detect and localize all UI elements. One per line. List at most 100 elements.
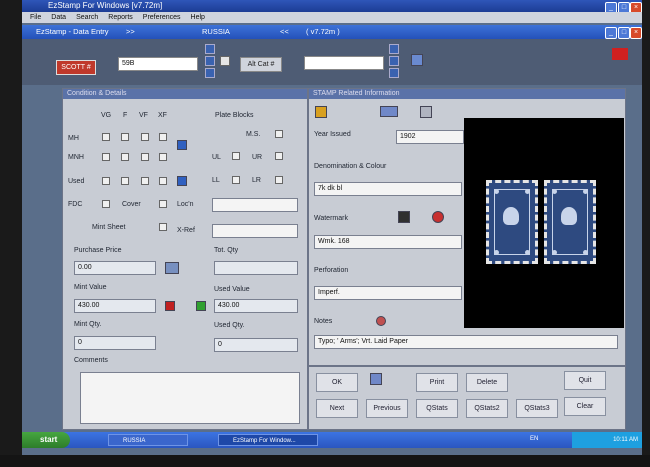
info-icon[interactable]: [177, 176, 187, 186]
used-value-input[interactable]: 430.00: [214, 299, 298, 313]
cover-checkbox[interactable]: [159, 200, 167, 208]
notes-input[interactable]: Typo; ' Arms'; Vrt. Laid Paper: [314, 335, 618, 349]
qstats-button[interactable]: QStats: [416, 399, 458, 418]
calculator-icon[interactable]: [165, 262, 179, 274]
used-xf-checkbox[interactable]: [159, 177, 167, 185]
menu-file[interactable]: File: [30, 14, 41, 21]
up-arrow-icon[interactable]: [389, 44, 399, 54]
comments-label: Comments: [74, 357, 108, 364]
magnifier-icon[interactable]: [432, 211, 444, 223]
used-f-checkbox[interactable]: [121, 177, 129, 185]
maximize-icon[interactable]: □: [618, 27, 630, 39]
mint-value-input[interactable]: 430.00: [74, 299, 156, 313]
alt-cat-checkbox[interactable]: [220, 56, 230, 66]
save-icon[interactable]: [315, 106, 327, 118]
lr-label: LR: [252, 177, 261, 184]
perforation-input[interactable]: Imperf.: [314, 286, 462, 300]
green-marker-icon[interactable]: [196, 301, 206, 311]
red-marker-icon[interactable]: [165, 301, 175, 311]
qstats2-button[interactable]: QStats2: [466, 399, 508, 418]
year-issued-input[interactable]: 1902: [396, 130, 464, 144]
mnh-f-checkbox[interactable]: [121, 153, 129, 161]
mh-f-checkbox[interactable]: [121, 133, 129, 141]
down-arrow-icon[interactable]: [205, 68, 215, 78]
print-button[interactable]: Print: [416, 373, 458, 392]
ur-checkbox[interactable]: [275, 152, 283, 160]
watermark-input[interactable]: Wmk. 168: [314, 235, 462, 249]
search-icon[interactable]: [205, 56, 215, 66]
ll-checkbox[interactable]: [232, 176, 240, 184]
menu-help[interactable]: Help: [191, 14, 205, 21]
image-icon[interactable]: [411, 54, 423, 66]
mint-qty-input[interactable]: 0: [74, 336, 156, 350]
monitor-bezel: [0, 455, 650, 467]
locn-label: Loc'n: [177, 201, 194, 208]
menu-data[interactable]: Data: [51, 14, 66, 21]
country-name: RUSSIA: [202, 27, 230, 36]
menu-search[interactable]: Search: [76, 14, 98, 21]
tools-icon[interactable]: [420, 106, 432, 118]
task-ezstamp-label: EzStamp For Window...: [233, 438, 296, 444]
fdc-checkbox[interactable]: [102, 200, 110, 208]
row-mnh: MNH: [68, 154, 84, 161]
mh-vf-checkbox[interactable]: [141, 133, 149, 141]
info-icon[interactable]: [177, 140, 187, 150]
menu-preferences[interactable]: Preferences: [143, 14, 181, 21]
mh-xf-checkbox[interactable]: [159, 133, 167, 141]
qstats3-button[interactable]: QStats3: [516, 399, 558, 418]
mnh-vg-checkbox[interactable]: [102, 153, 110, 161]
location-input[interactable]: [212, 198, 298, 212]
grade-f: F: [123, 112, 128, 119]
ul-label: UL: [212, 154, 221, 161]
fdc-label: FDC: [68, 201, 83, 208]
language-indicator[interactable]: EN: [530, 436, 538, 442]
watermark-icon[interactable]: [398, 211, 410, 223]
clear-button[interactable]: Clear: [564, 397, 606, 416]
used-vf-checkbox[interactable]: [141, 177, 149, 185]
app-title-bar: EzStamp For Windows [v7.72m] _ □ ×: [22, 0, 642, 14]
alt-cat-input[interactable]: [304, 56, 384, 70]
ok-button[interactable]: OK: [316, 373, 358, 392]
tot-qty-input[interactable]: [214, 261, 298, 275]
version-label: ( v7.72m ): [306, 27, 340, 36]
comments-textarea[interactable]: [80, 372, 300, 424]
denomination-input[interactable]: 7k dk bl: [314, 182, 462, 196]
xref-input[interactable]: [212, 224, 298, 238]
purchase-price-label: Purchase Price: [74, 247, 122, 254]
next-button[interactable]: Next: [316, 399, 358, 418]
scott-number-input[interactable]: 59B: [118, 57, 198, 71]
lr-checkbox[interactable]: [275, 176, 283, 184]
mnh-xf-checkbox[interactable]: [159, 153, 167, 161]
task-ezstamp[interactable]: EzStamp For Window...: [218, 434, 318, 446]
nav-back[interactable]: <<: [280, 25, 289, 39]
ms-checkbox[interactable]: [275, 130, 283, 138]
stamp-right: [544, 180, 596, 264]
pin-icon[interactable]: [376, 316, 386, 326]
printer-icon[interactable]: [370, 373, 382, 385]
minimize-icon[interactable]: _: [605, 27, 617, 39]
start-button[interactable]: start: [22, 432, 70, 448]
used-vg-checkbox[interactable]: [102, 177, 110, 185]
mint-qty-label: Mint Qty.: [74, 321, 102, 328]
menu-reports[interactable]: Reports: [108, 14, 133, 21]
ul-checkbox[interactable]: [232, 152, 240, 160]
used-qty-input[interactable]: 0: [214, 338, 298, 352]
down-arrow-icon[interactable]: [389, 68, 399, 78]
mh-vg-checkbox[interactable]: [102, 133, 110, 141]
close-icon[interactable]: ×: [630, 27, 642, 39]
dropdown-icon[interactable]: [380, 106, 398, 117]
menu-bar: File Data Search Reports Preferences Help: [22, 12, 642, 23]
perforation-label: Perforation: [314, 267, 349, 274]
mint-sheet-checkbox[interactable]: [159, 223, 167, 231]
up-arrow-icon[interactable]: [205, 44, 215, 54]
delete-button[interactable]: Delete: [466, 373, 508, 392]
clock[interactable]: 10:11 AM: [613, 437, 638, 443]
previous-button[interactable]: Previous: [366, 399, 408, 418]
search-icon[interactable]: [389, 56, 399, 66]
purchase-price-input[interactable]: 0.00: [74, 261, 156, 275]
mnh-vf-checkbox[interactable]: [141, 153, 149, 161]
task-russia[interactable]: RUSSIA: [108, 434, 188, 446]
quit-button[interactable]: Quit: [564, 371, 606, 390]
used-qty-label: Used Qty.: [214, 322, 245, 329]
nav-forward[interactable]: >>: [126, 25, 135, 39]
